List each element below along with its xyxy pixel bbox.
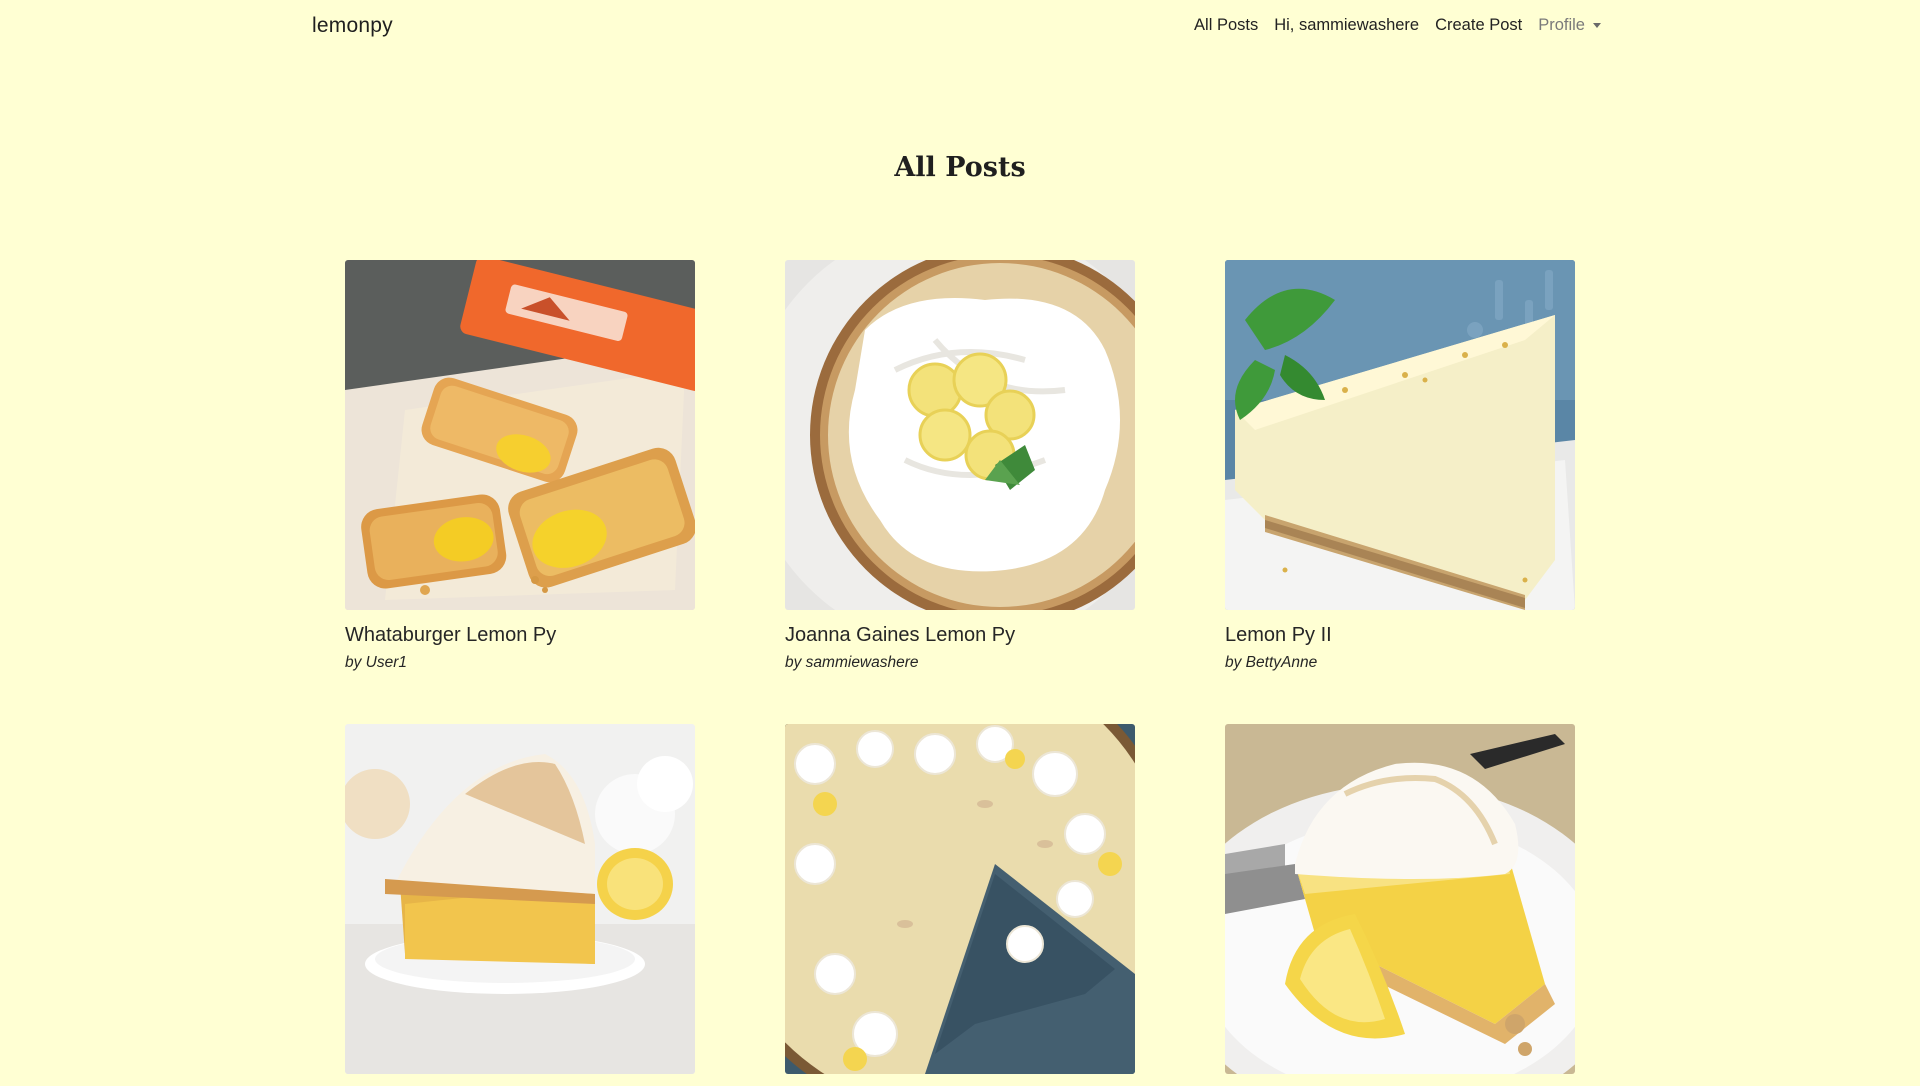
nav-create-post[interactable]: Create Post: [1435, 16, 1522, 35]
page-title: All Posts: [894, 152, 1026, 183]
caret-down-icon: [1593, 23, 1601, 28]
post-card[interactable]: Lemon Py II by BettyAnne: [1225, 260, 1575, 672]
nav-user-greeting[interactable]: Hi, sammiewashere: [1274, 16, 1419, 35]
post-image-lemon-meringue-slice[interactable]: [1225, 724, 1575, 1074]
nav-links: All Posts Hi, sammiewashere Create Post …: [1194, 16, 1601, 35]
navbar: lemonpy All Posts Hi, sammiewashere Crea…: [0, 0, 1920, 56]
nav-all-posts[interactable]: All Posts: [1194, 16, 1258, 35]
post-author: by BettyAnne: [1225, 654, 1318, 671]
post-card[interactable]: Joanna Gaines Lemon Py by sammiewashere: [785, 260, 1135, 672]
post-title[interactable]: Lemon Py II: [1225, 622, 1575, 648]
post-image-lemon-py-ii[interactable]: [1225, 260, 1575, 610]
post-card[interactable]: [345, 724, 695, 1086]
post-image-joanna-gaines-lemon-py[interactable]: [785, 260, 1135, 610]
post-card[interactable]: Whataburger Lemon Py by User1: [345, 260, 695, 672]
post-title[interactable]: Whataburger Lemon Py: [345, 622, 695, 648]
post-card[interactable]: [1225, 724, 1575, 1086]
post-image-whataburger-lemon-py[interactable]: [345, 260, 695, 610]
profile-dropdown[interactable]: Profile: [1538, 16, 1601, 35]
post-author: by sammiewashere: [785, 654, 919, 671]
posts-grid: Whataburger Lemon Py by User1 Joanna Gai…: [345, 260, 1575, 1086]
brand-logo[interactable]: lemonpy: [312, 14, 393, 38]
profile-dropdown-label: Profile: [1538, 16, 1585, 34]
post-card[interactable]: [785, 724, 1135, 1086]
post-title[interactable]: Joanna Gaines Lemon Py: [785, 622, 1135, 648]
post-author: by User1: [345, 654, 408, 671]
post-image-lemon-pie-whole[interactable]: [785, 724, 1135, 1074]
post-image-meringue-slice[interactable]: [345, 724, 695, 1074]
